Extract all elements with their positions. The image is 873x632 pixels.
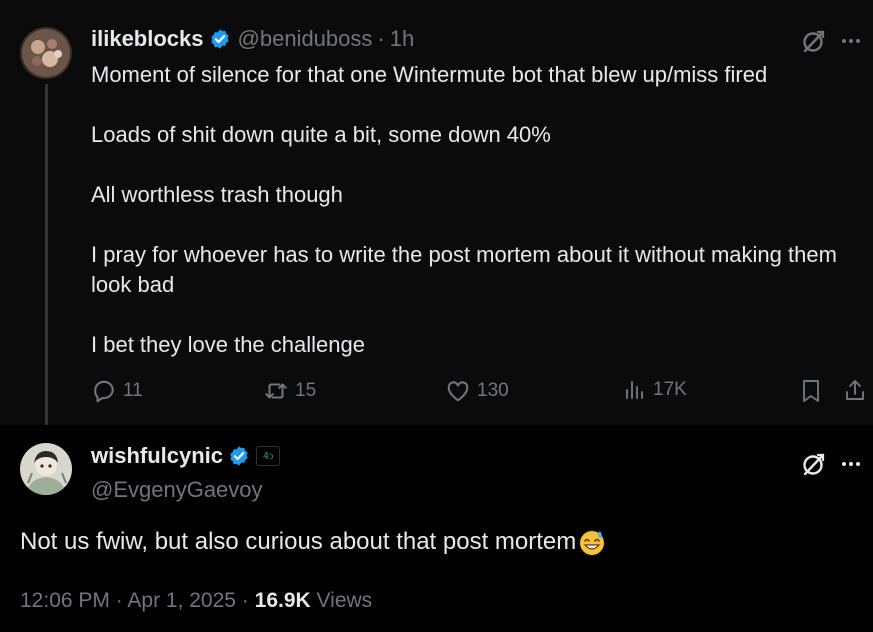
display-name[interactable]: ilikeblocks: [91, 26, 204, 52]
tweet-corner-actions: [801, 28, 861, 54]
repost-button[interactable]: 15: [263, 378, 316, 404]
tweet-timestamp[interactable]: 12:06 PM · Apr 1, 2025 ·: [20, 589, 255, 612]
parent-tweet[interactable]: ilikeblocks @beniduboss · 1h Moment of s…: [0, 0, 873, 425]
reply-icon: [91, 378, 117, 404]
sweat-smile-emoji: [577, 527, 607, 557]
grok-icon[interactable]: [801, 28, 827, 54]
reply-count: 11: [123, 380, 143, 401]
views-button[interactable]: 17K: [623, 378, 687, 402]
tweet-paragraph: Moment of silence for that one Wintermut…: [91, 62, 768, 87]
views-count: 16.9K: [254, 589, 311, 612]
user-handle[interactable]: @beniduboss: [238, 26, 373, 52]
views-label: Views: [310, 589, 373, 612]
more-icon[interactable]: [841, 461, 861, 467]
share-icon: [843, 378, 867, 404]
separator-dot: ·: [377, 26, 385, 51]
reply-body: Not us fwiw, but also curious about that…: [20, 527, 607, 557]
thread-connector-line: [45, 84, 48, 425]
reply-text: Not us fwiw, but also curious about that…: [20, 528, 577, 555]
avatar[interactable]: [20, 443, 72, 495]
views-icon: [623, 378, 647, 402]
tweet-paragraph: Loads of shit down quite a bit, some dow…: [91, 122, 551, 147]
avatar[interactable]: [20, 27, 72, 79]
reply-tweet[interactable]: wishfulcynic 4ↄ @EvgenyGaevoy Not us fwi…: [0, 425, 873, 632]
tweet-body: Moment of silence for that one Wintermut…: [91, 60, 851, 360]
tweet-paragraph: I pray for whoever has to write the post…: [91, 242, 837, 297]
tweet-paragraph: All worthless trash though: [91, 182, 343, 207]
tweet-time[interactable]: 1h: [390, 26, 414, 52]
like-icon: [445, 378, 471, 404]
verified-badge-icon: [209, 28, 231, 50]
more-icon[interactable]: [841, 38, 861, 44]
like-count: 130: [477, 380, 509, 401]
tweet-header: ilikeblocks @beniduboss · 1h: [91, 26, 414, 52]
reply-button[interactable]: 11: [91, 378, 143, 404]
share-button[interactable]: [843, 378, 867, 404]
tweet-action-bar: 11 15 130 17K: [91, 378, 871, 408]
tweet-meta: 12:06 PM · Apr 1, 2025 · 16.9K Views: [20, 589, 372, 613]
like-button[interactable]: 130: [445, 378, 509, 404]
repost-icon: [263, 378, 289, 404]
affiliation-badge[interactable]: 4ↄ: [256, 446, 281, 466]
display-name[interactable]: wishfulcynic: [91, 443, 223, 469]
user-handle[interactable]: @EvgenyGaevoy: [91, 477, 263, 503]
tweet-header: wishfulcynic 4ↄ: [91, 443, 281, 469]
bookmark-button[interactable]: [799, 378, 823, 404]
tweet-corner-actions: [801, 451, 861, 477]
grok-icon[interactable]: [801, 451, 827, 477]
views-count: 17K: [653, 379, 687, 400]
repost-count: 15: [295, 380, 317, 401]
bookmark-icon: [799, 378, 823, 404]
verified-badge-icon: [228, 445, 250, 467]
tweet-paragraph: I bet they love the challenge: [91, 332, 365, 357]
